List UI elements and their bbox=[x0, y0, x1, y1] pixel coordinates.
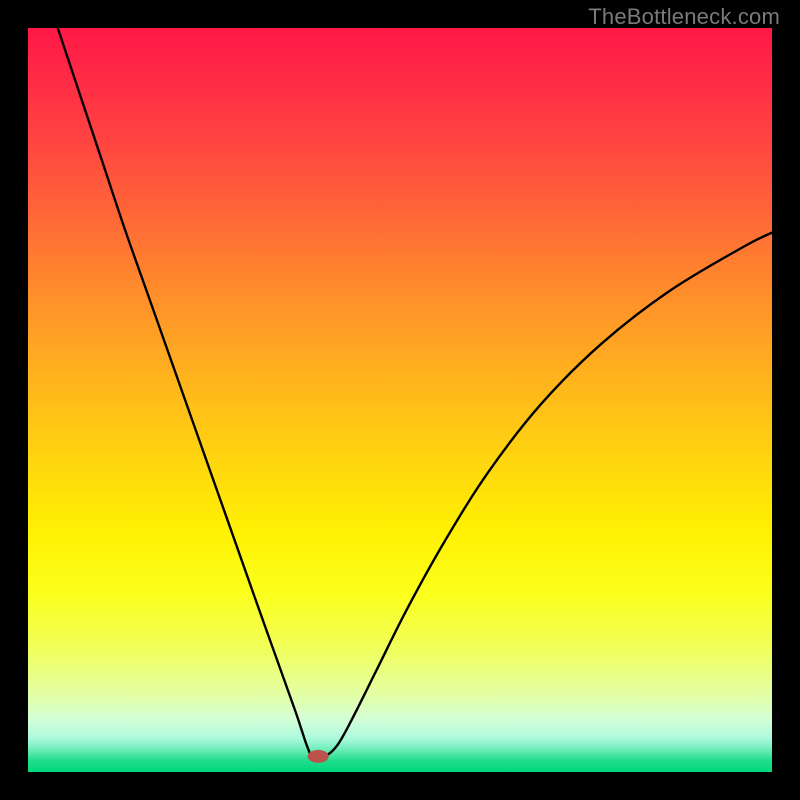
curve-layer bbox=[28, 28, 772, 772]
plot-area bbox=[28, 28, 772, 772]
watermark-text: TheBottleneck.com bbox=[588, 4, 780, 30]
chart-frame: TheBottleneck.com bbox=[0, 0, 800, 800]
bottleneck-curve bbox=[58, 28, 772, 758]
optimal-point-marker bbox=[308, 750, 329, 763]
